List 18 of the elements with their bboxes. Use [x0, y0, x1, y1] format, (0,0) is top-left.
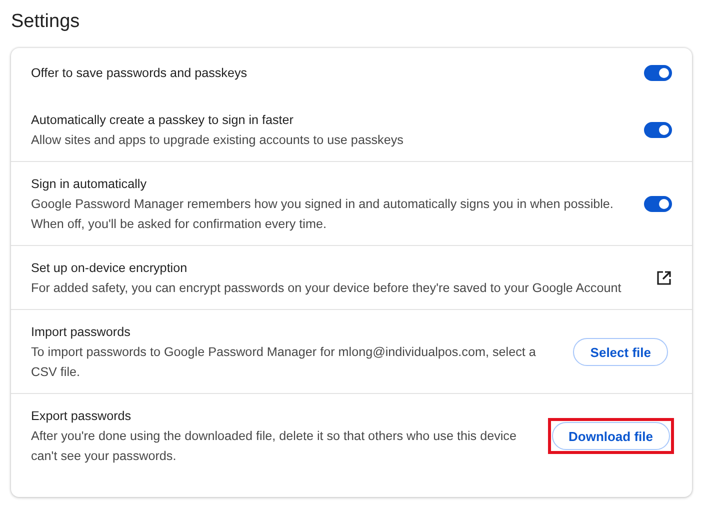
setting-description: Allow sites and apps to upgrade existing accounts to use passkeys [31, 132, 404, 149]
setting-title: Set up on-device encryption [31, 260, 188, 277]
setting-description: For added safety, you can encrypt passwords on your device before they're saved to your Google Account [31, 280, 622, 297]
setting-description: After you're done using the downloaded file, delete it so that others who use this device can't see your passwords. [31, 428, 518, 465]
setting-title: Offer to save passwords and passkeys [31, 65, 248, 82]
setting-title: Automatically create a passkey to sign in faster [31, 112, 294, 129]
toggle-switch[interactable] [644, 196, 672, 212]
setting-title: Sign in automatically [31, 176, 148, 193]
external-link-icon[interactable] [656, 270, 672, 286]
setting-description: To import passwords to Google Password Manager for mlong@individualpos.com, select a CSV file. [31, 344, 537, 381]
toggle-switch[interactable] [644, 65, 672, 81]
file-button[interactable]: Select file [573, 338, 668, 366]
setting-title: Export passwords [31, 408, 132, 425]
setting-title: Import passwords [31, 324, 132, 341]
toggle-switch[interactable] [644, 122, 672, 138]
setting-description: Google Password Manager remembers how you signed in and automatically signs you in when possible. When off, you'll be asked for confirmation every time. [31, 196, 614, 233]
page-title: Settings [11, 10, 81, 34]
file-button[interactable]: Download file [552, 422, 670, 450]
